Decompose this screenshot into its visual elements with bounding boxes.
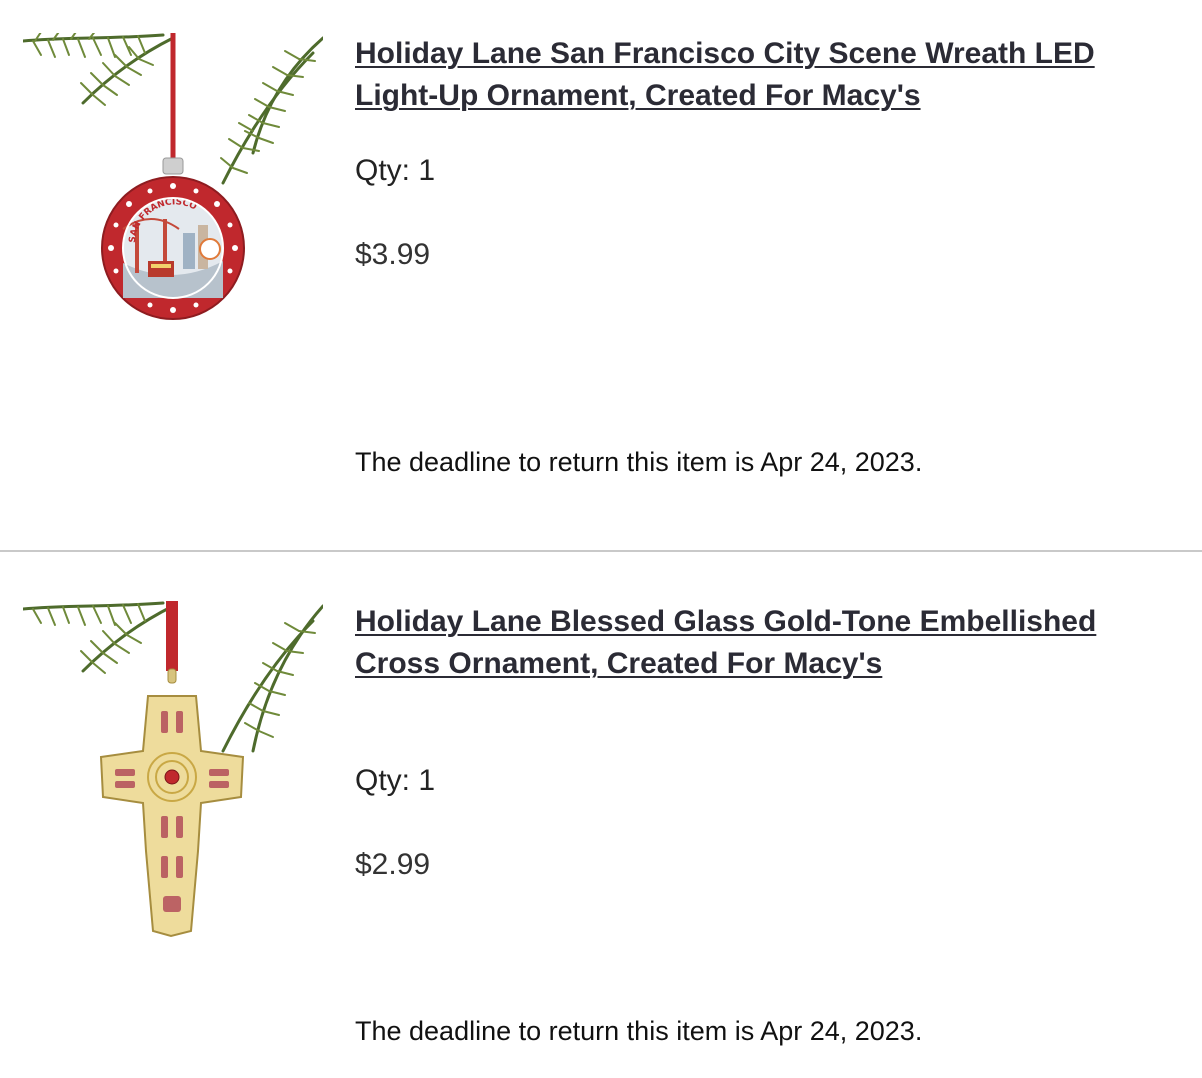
order-item: Holiday Lane Blessed Glass Gold-Tone Emb… xyxy=(0,552,1202,1078)
ornament-image-icon xyxy=(21,601,325,938)
price-label: $3.99 xyxy=(355,238,431,271)
quantity-label: Qty: 1 xyxy=(355,764,436,797)
product-image-cross-ornament[interactable] xyxy=(21,601,325,941)
ornament-image-icon: SAN FRANCISCO xyxy=(21,28,325,320)
order-item: SAN FRANCISCO Holiday Lane San Francisco… xyxy=(0,0,1202,551)
quantity-label: Qty: 1 xyxy=(355,154,436,187)
product-title-link[interactable]: Holiday Lane Blessed Glass Gold-Tone Emb… xyxy=(355,601,1115,685)
product-image-sf-ornament[interactable]: SAN FRANCISCO xyxy=(21,28,325,373)
product-title-link[interactable]: Holiday Lane San Francisco City Scene Wr… xyxy=(355,33,1115,117)
return-deadline-text: The deadline to return this item is Apr … xyxy=(355,1016,923,1046)
return-deadline-text: The deadline to return this item is Apr … xyxy=(355,447,923,477)
price-label: $2.99 xyxy=(355,848,431,881)
